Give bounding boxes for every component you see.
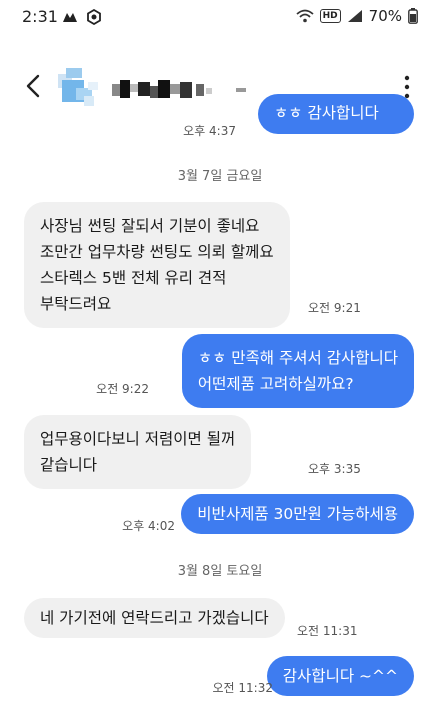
message-time: 오후 4:37 — [183, 124, 236, 138]
message-bubble-outgoing[interactable]: ㅎㅎ 만족해 주셔서 감사합니다 어떤제품 고려하실까요? — [181, 334, 414, 408]
status-right: HD 70% — [296, 7, 418, 25]
message-bubble-outgoing[interactable]: 감사합니다 ~^^ — [266, 656, 414, 696]
message-time: 오후 4:02 — [122, 519, 175, 533]
message-bubble-incoming[interactable]: 업무용이다보니 저렴이면 될꺼 같습니다 — [24, 415, 252, 489]
contact-name-redacted — [112, 80, 246, 98]
app-notification-icon — [63, 13, 77, 22]
avatar[interactable] — [58, 68, 104, 108]
status-time: 2:31 — [22, 7, 58, 26]
battery-level: 70% — [368, 7, 402, 25]
battery-icon — [408, 8, 418, 24]
message-bubble-outgoing[interactable]: 비반사제품 30만원 가능하세용 — [181, 494, 414, 534]
date-separator: 3월 7일 금요일 — [177, 169, 263, 184]
notification-icons — [62, 9, 102, 25]
date-separator: 3월 8일 토요일 — [177, 564, 263, 579]
message-list[interactable]: ㅎㅎ 감사합니다 오후 4:37 3월 7일 금요일 사장님 썬팅 잘되서 기분… — [0, 94, 440, 716]
hexagon-app-icon — [87, 9, 101, 25]
message-time: 오전 9:21 — [308, 301, 361, 315]
wifi-icon — [296, 9, 314, 23]
signal-icon — [347, 10, 362, 22]
message-time: 오전 11:31 — [297, 624, 358, 638]
chevron-left-icon[interactable] — [20, 68, 48, 104]
message-bubble-outgoing[interactable]: ㅎㅎ 감사합니다 — [258, 94, 414, 134]
status-bar: 2:31 HD 70% — [0, 0, 440, 36]
message-time: 오후 3:35 — [308, 462, 361, 476]
hd-voice-badge: HD — [319, 9, 341, 23]
message-time: 오전 9:22 — [96, 382, 149, 396]
message-bubble-incoming[interactable]: 네 가기전에 연락드리고 가겠습니다 — [24, 598, 285, 638]
message-bubble-incoming[interactable]: 사장님 썬팅 잘되서 기분이 좋네요 조만간 업무차량 썬팅도 의뢰 할께요 스… — [24, 202, 290, 328]
message-time: 오전 11:32 — [212, 681, 273, 695]
